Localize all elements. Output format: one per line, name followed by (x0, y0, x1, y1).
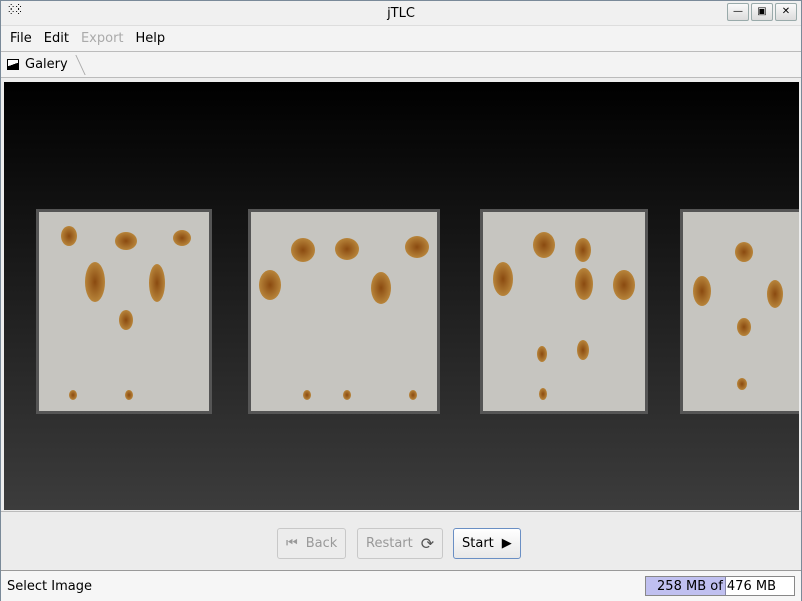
gallery-image-4[interactable] (680, 209, 799, 414)
memory-indicator[interactable]: 258 MB of 476 MB (645, 576, 795, 596)
gallery-image-2[interactable] (248, 209, 440, 414)
refresh-icon: ⟳ (420, 534, 435, 553)
minimize-button[interactable]: — (727, 3, 749, 21)
status-text: Select Image (7, 579, 92, 594)
restart-button: Restart ⟳ (357, 528, 444, 559)
gallery-image-1[interactable] (36, 209, 212, 414)
skip-back-icon: ⏮ (286, 536, 298, 551)
window-title: jTLC (387, 6, 415, 21)
restart-label: Restart (366, 536, 413, 551)
status-bar: Select Image 258 MB of 476 MB (1, 570, 801, 601)
memory-text: 258 MB of 476 MB (657, 579, 776, 594)
breadcrumb-separator-icon (66, 54, 86, 75)
image-gallery (4, 82, 799, 510)
menu-bar: File Edit Export Help (1, 26, 801, 52)
breadcrumb-galery[interactable]: Galery (25, 57, 68, 72)
back-label: Back (305, 536, 338, 551)
close-button[interactable]: ✕ (775, 3, 797, 21)
menu-file[interactable]: File (4, 31, 38, 46)
maximize-button[interactable]: ▣ (751, 3, 773, 21)
back-button: ⏮ Back (277, 528, 347, 559)
wizard-controls: ⏮ Back Restart ⟳ Start ▶ (1, 511, 801, 569)
menu-export: Export (80, 31, 124, 46)
gallery-image-3[interactable] (480, 209, 648, 414)
breadcrumb: Galery (1, 52, 801, 78)
play-icon: ▶ (501, 536, 512, 551)
menu-help[interactable]: Help (130, 31, 172, 46)
start-button[interactable]: Start ▶ (453, 528, 521, 559)
image-icon (7, 59, 19, 70)
title-bar: ⁘⁘ ⁘⁘ jTLC — ▣ ✕ (1, 1, 801, 26)
start-label: Start (462, 536, 494, 551)
menu-edit[interactable]: Edit (38, 31, 75, 46)
